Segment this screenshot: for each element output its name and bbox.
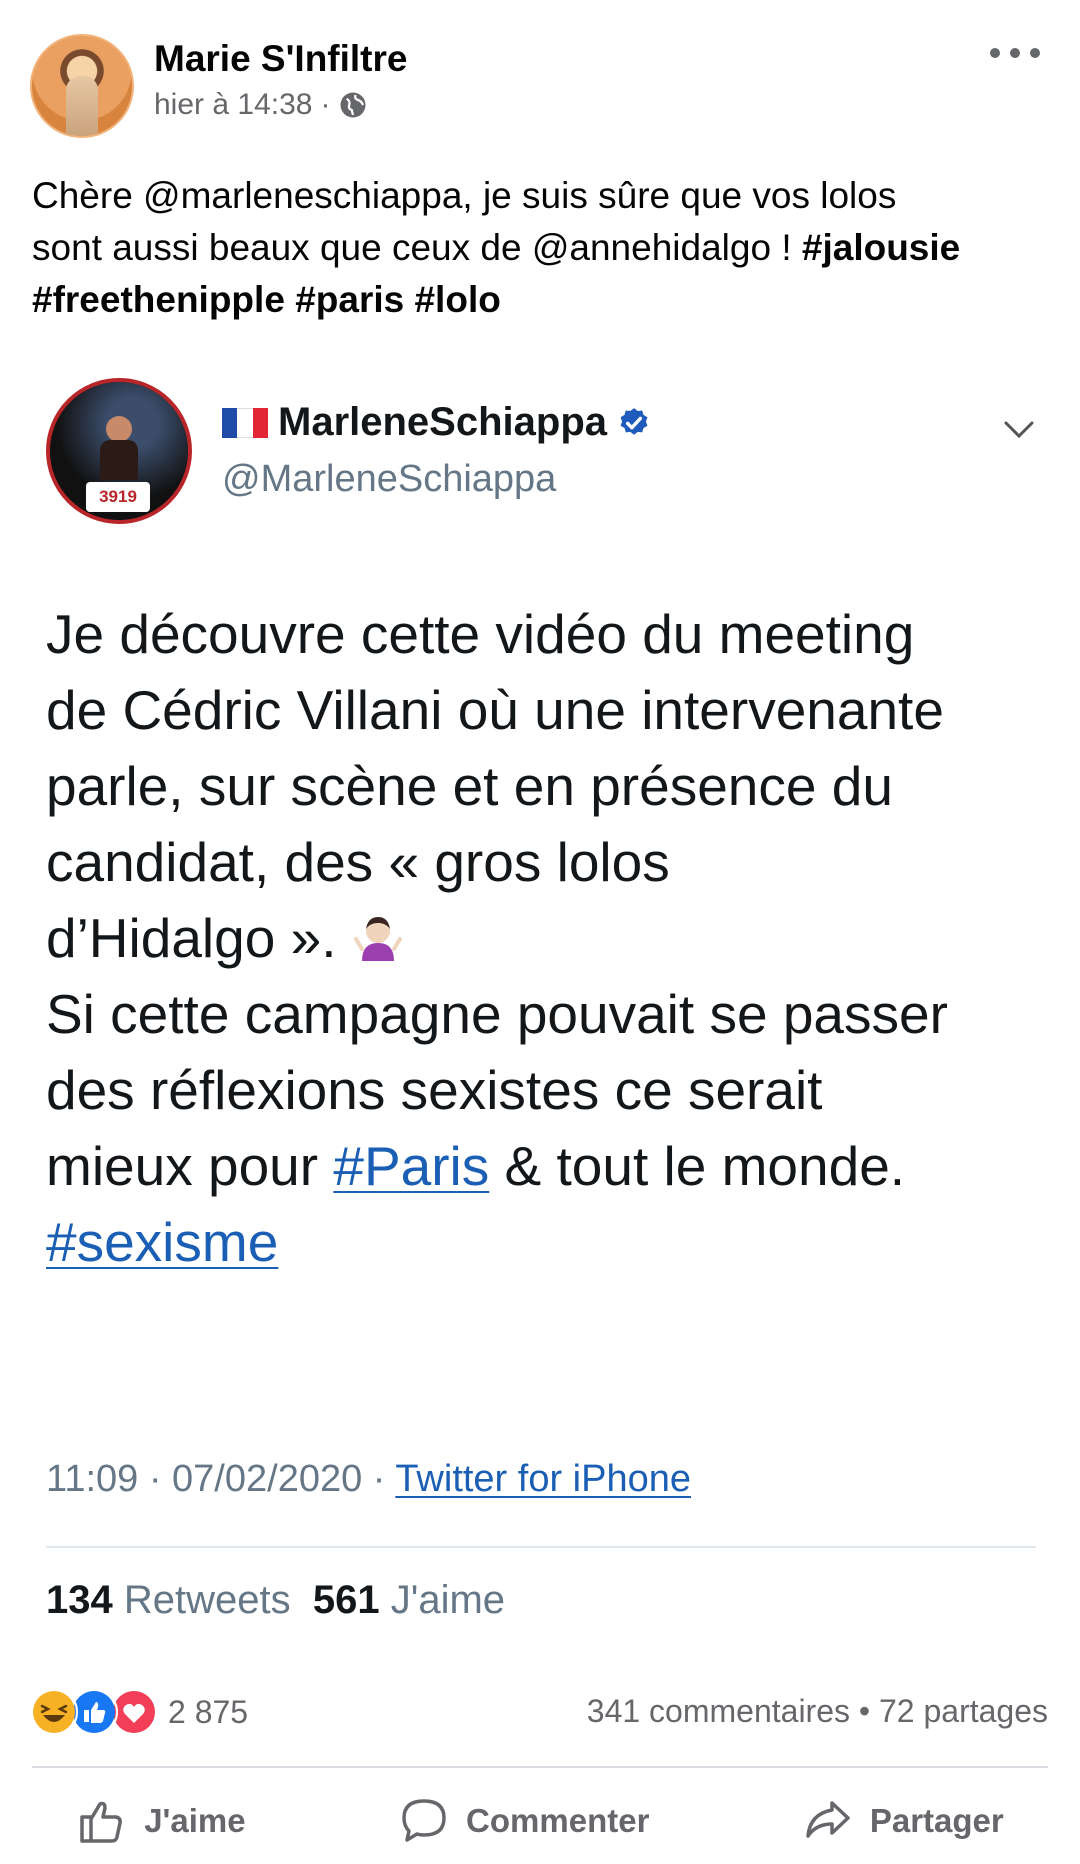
comment-icon [402,1799,446,1842]
tweet-line: d’Hidalgo ». [46,907,352,969]
comment-label: Commenter [466,1802,650,1839]
retweets-count: 134 [46,1578,113,1622]
avatar-badge: 3919 [86,482,150,512]
tweet-line: parle, sur scène et en présence du [46,755,893,817]
post-header: Marie S'Infiltre hier à 14:38 · [30,30,1050,140]
person-shrugging-icon [353,917,402,961]
comment-button[interactable]: Commenter [398,1795,649,1847]
tweet-text: Je découvre cette vidéo du meeting de Céd… [46,596,1036,1280]
tweet-time: 11:09 · 07/02/2020 · [46,1458,396,1500]
post-actions: J'aime Commenter Partager [0,1786,1080,1856]
counts-separator: • [850,1693,879,1729]
comments-count-link[interactable]: 341 commentaires [587,1693,850,1729]
tweet-line: de Cédric Villani où une intervenante [46,679,944,741]
tweet-line: des réflexions sexistes ce serait [46,1059,823,1121]
tweet-author-avatar: 3919 [46,378,192,524]
hashtag-paris[interactable]: #paris [295,279,404,320]
tweet-divider [46,1546,1036,1548]
embedded-tweet[interactable]: 3919 MarleneSchiappa @MarleneSchiappa Je… [46,378,1036,1628]
likes-count: 561 [312,1578,380,1622]
tweet-source-link[interactable]: Twitter for iPhone [395,1458,691,1500]
tweet-stats: 134 Retweets 561 J'aime [46,1578,505,1623]
hashtag-link-sexisme[interactable]: #sexisme [46,1211,278,1273]
author-name[interactable]: Marie S'Infiltre [154,38,407,80]
likes-label: J'aime [379,1578,506,1622]
tweet-line: Je découvre cette vidéo du meeting [46,603,915,665]
engagement-counts: 341 commentaires • 72 partages [587,1693,1048,1730]
share-icon [806,1801,850,1838]
tweet-author-handle: @MarleneSchiappa [222,458,557,500]
tweet-line: candidat, des « gros lolos [46,831,670,893]
post-text: Chère @marleneschiappa, je suis sûre que… [32,170,1052,326]
avatar-figure [66,76,98,136]
tweet-line: #sexisme [46,1204,1036,1280]
meta-separator: · [320,88,331,121]
reactions-summary[interactable]: 2 875 [30,1688,249,1736]
shares-count-link[interactable]: 72 partages [879,1693,1048,1729]
tweet-text-segment: mieux pour [46,1135,334,1197]
verified-icon [620,407,648,435]
tweet-line: Si cette campagne pouvait se passer [46,983,948,1045]
hashtag-lolo[interactable]: #lolo [414,279,500,320]
tweet-line: mieux pour #Paris & tout le monde. [46,1128,1036,1204]
haha-icon [30,1688,78,1736]
hashtag-jalousie[interactable]: #jalousie [802,227,960,268]
globe-icon [340,92,366,118]
action-divider [32,1766,1048,1768]
hashtag-link-paris[interactable]: #Paris [333,1135,489,1197]
share-label: Partager [869,1802,1004,1839]
thumbs-up-icon [80,1801,123,1843]
post-text-line-2: sont aussi beaux que ceux de @annehidalg… [32,227,802,268]
hashtag-freethenipple[interactable]: #freethenipple [32,279,285,320]
tweet-author-name: MarleneSchiappa [278,400,608,444]
retweets-label: Retweets [112,1578,291,1622]
tweet-name-row: MarleneSchiappa [222,400,651,445]
more-dots-icon[interactable] [990,38,1040,68]
post-text-line-1: Chère @marleneschiappa, je suis sûre que… [32,175,897,216]
like-button[interactable]: J'aime [76,1795,246,1847]
share-button[interactable]: Partager [802,1795,1004,1847]
post-meta: hier à 14:38 · [154,88,368,122]
france-flag-icon [222,407,268,438]
reactions-count: 2 875 [168,1693,249,1730]
author-avatar[interactable] [30,34,134,138]
tweet-line-with-emoji: d’Hidalgo ». [46,900,1036,976]
like-label: J'aime [144,1802,246,1839]
tweet-text-segment: & tout le monde. [489,1135,906,1197]
tweet-timestamp: 11:09 · 07/02/2020 · Twitter for iPhone [46,1458,691,1501]
post-timestamp[interactable]: hier à 14:38 [154,88,312,122]
chevron-down-icon[interactable] [1002,418,1036,442]
